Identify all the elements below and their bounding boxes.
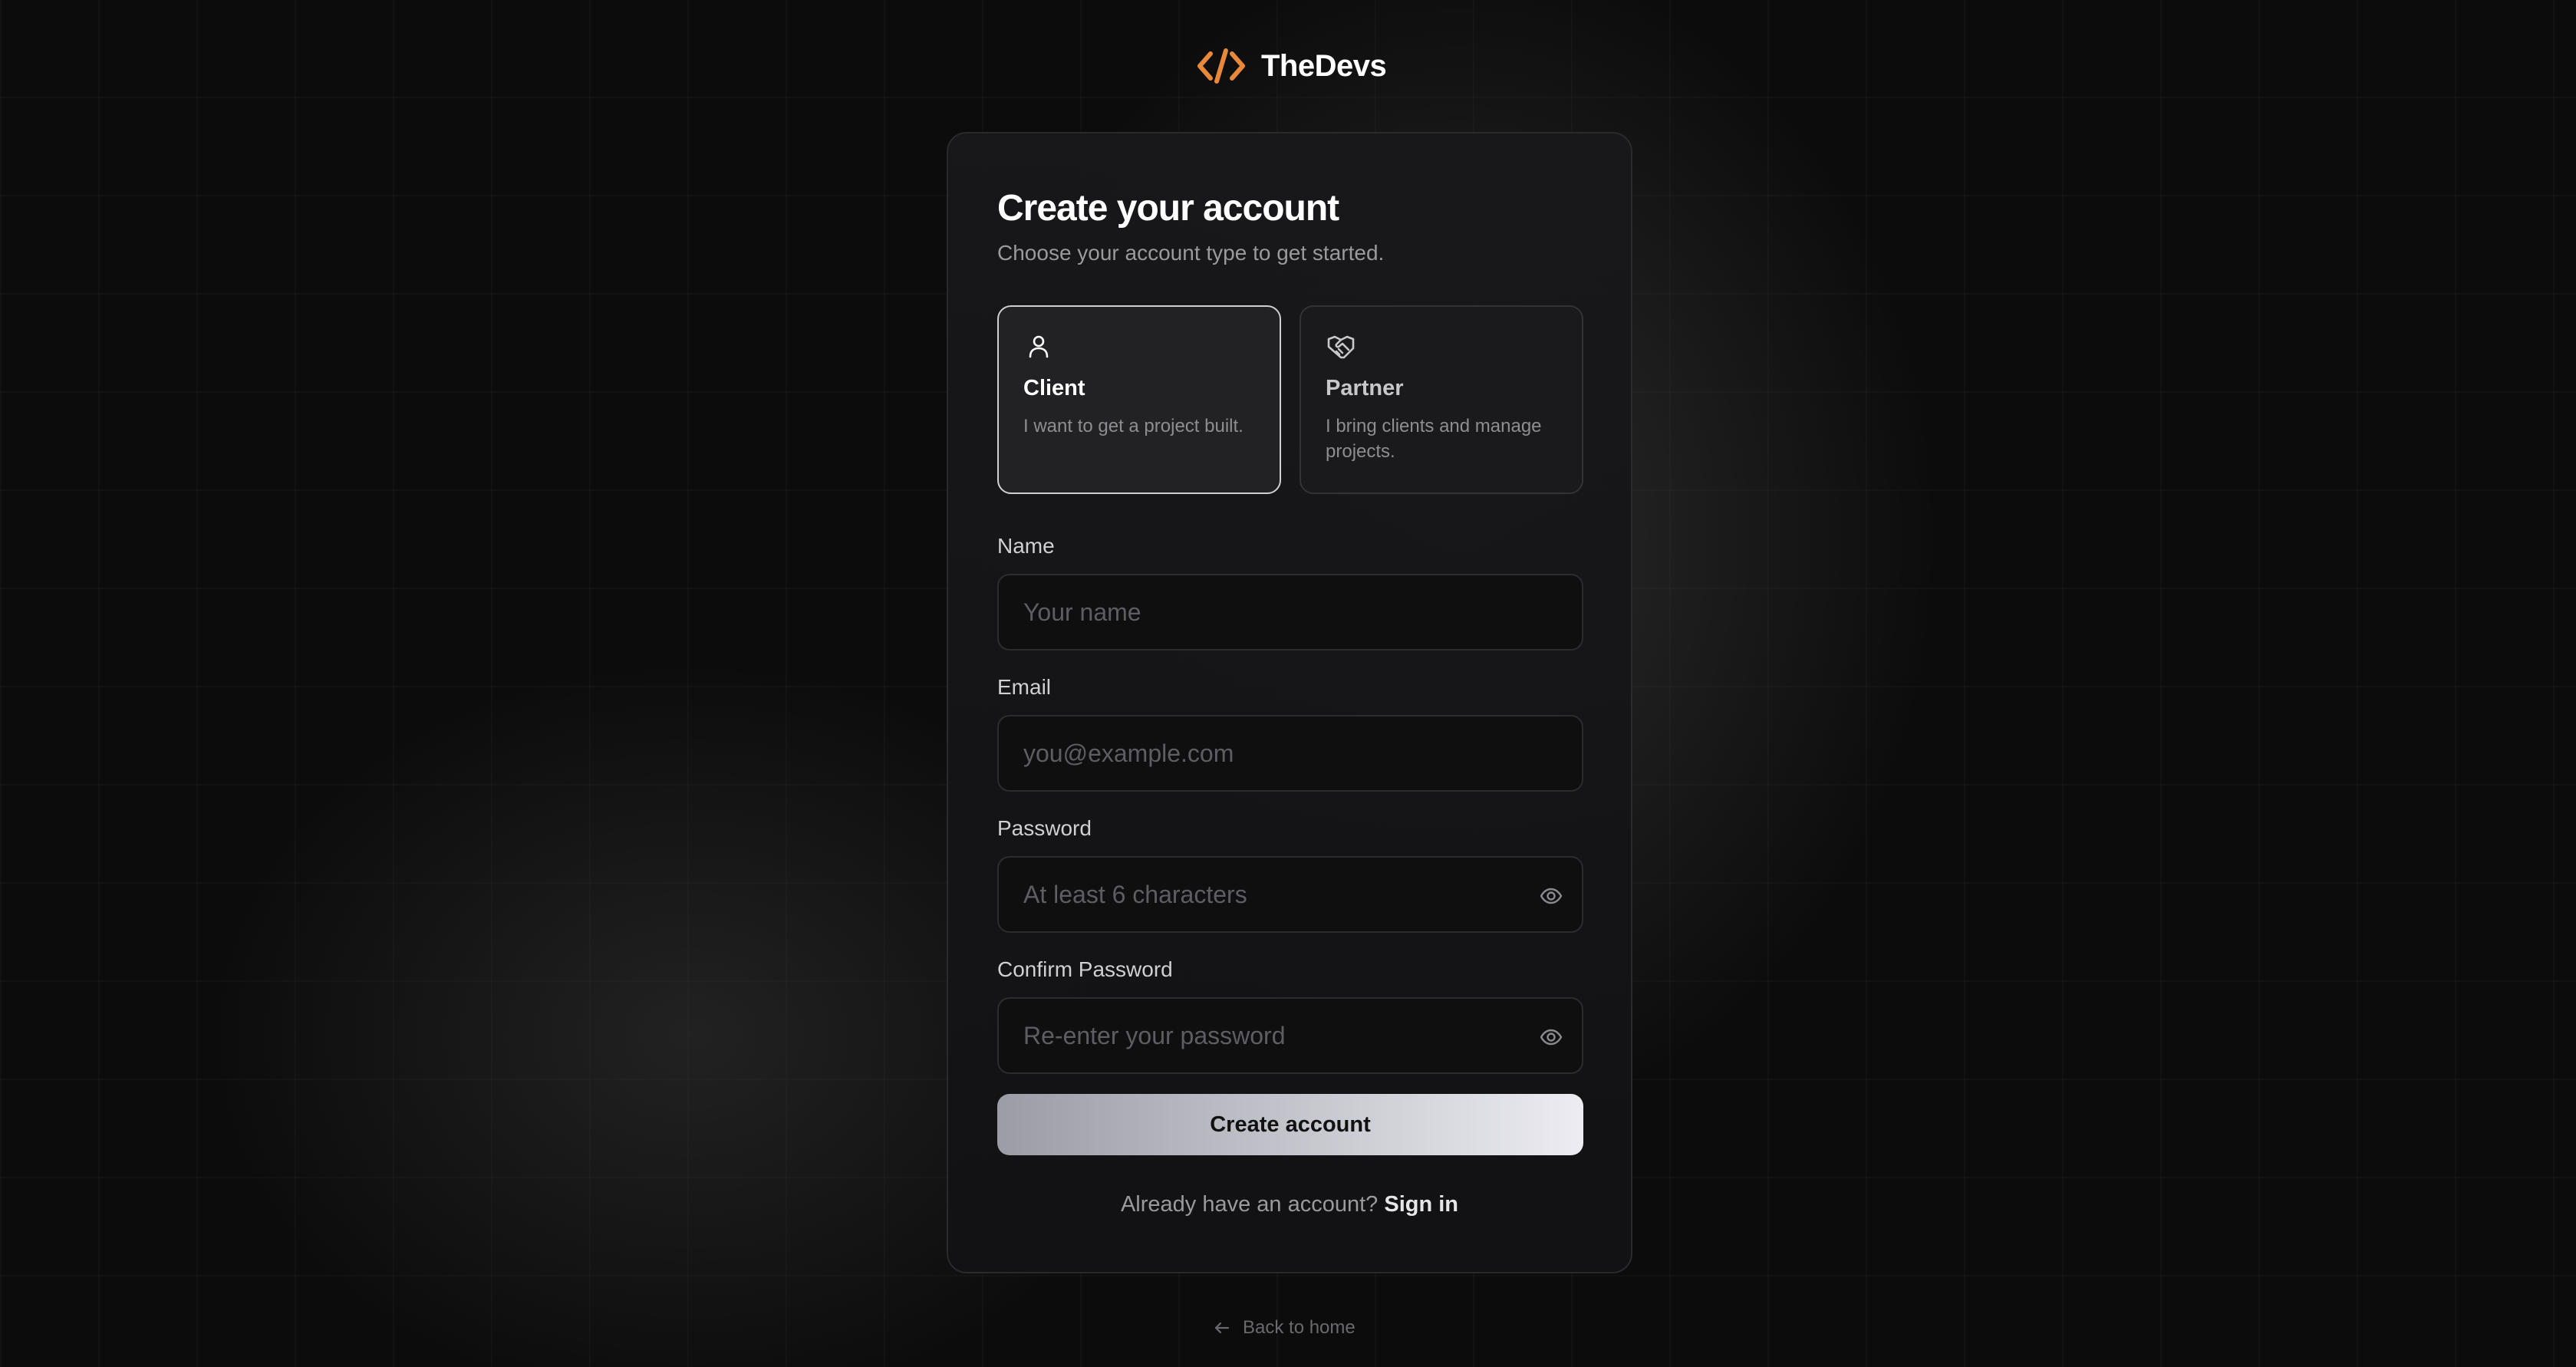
- brand-logo[interactable]: TheDevs: [1197, 43, 1387, 89]
- email-field: Email: [997, 675, 1583, 792]
- name-input-wrapper: [997, 574, 1583, 651]
- password-input[interactable]: [1023, 880, 1557, 909]
- eye-icon[interactable]: [1539, 884, 1563, 908]
- email-label: Email: [997, 675, 1052, 699]
- page-title: Create your account: [997, 188, 1339, 229]
- email-input-wrapper: [997, 715, 1583, 792]
- account-type-title: Client: [1023, 376, 1085, 400]
- signin-link[interactable]: Sign in: [1384, 1192, 1458, 1217]
- brand-name: TheDevs: [1261, 48, 1387, 83]
- back-to-home-link[interactable]: Back to home: [1212, 1315, 1356, 1341]
- account-type-description: I want to get a project built.: [1023, 416, 1244, 436]
- confirm-password-label: Confirm Password: [997, 957, 1173, 981]
- handshake-icon: [1327, 335, 1355, 359]
- password-field: Password: [997, 816, 1583, 933]
- account-type-client[interactable]: Client I want to get a project built.: [997, 305, 1281, 494]
- confirm-password-input-wrapper: [997, 997, 1583, 1074]
- account-type-description: I bring clients and manage projects.: [1326, 416, 1542, 462]
- user-icon: [1029, 335, 1049, 358]
- account-type-title: Partner: [1326, 376, 1404, 400]
- create-account-button[interactable]: Create account: [997, 1094, 1583, 1155]
- password-label: Password: [997, 816, 1092, 840]
- confirm-password-input[interactable]: [1023, 1021, 1557, 1050]
- account-type-selector: Client I want to get a project built. Pa…: [997, 305, 1583, 494]
- page-subtitle: Choose your account type to get started.: [997, 241, 1385, 265]
- eye-icon[interactable]: [1539, 1025, 1563, 1049]
- signup-card: Create your account Choose your account …: [947, 132, 1632, 1273]
- password-input-wrapper: [997, 856, 1583, 933]
- email-input[interactable]: [1023, 739, 1557, 768]
- arrow-left-icon: [1214, 1322, 1230, 1334]
- name-label: Name: [997, 534, 1055, 558]
- name-field: Name: [997, 534, 1583, 651]
- signin-row: Already have an account? Sign in: [948, 1192, 1631, 1217]
- signin-prompt: Already have an account?: [1120, 1192, 1379, 1217]
- confirm-password-field: Confirm Password: [997, 957, 1583, 1074]
- code-icon: [1197, 48, 1245, 84]
- back-to-home-label: Back to home: [1243, 1317, 1356, 1338]
- name-input[interactable]: [1023, 598, 1557, 627]
- account-type-partner[interactable]: Partner I bring clients and manage proje…: [1300, 305, 1583, 494]
